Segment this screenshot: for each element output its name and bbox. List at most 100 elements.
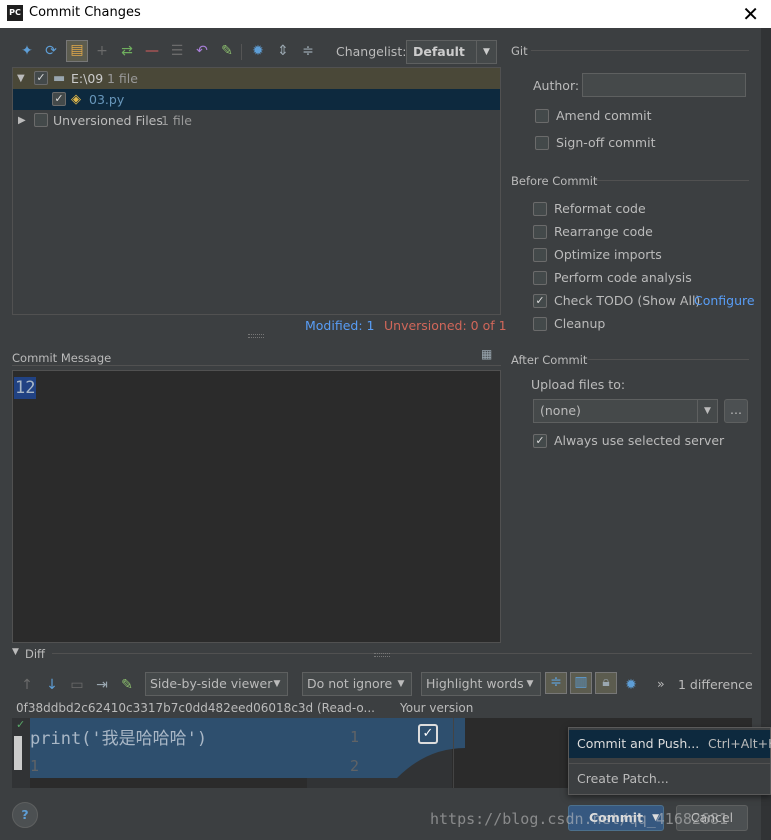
close-icon[interactable]: ✕ [742,2,759,26]
right-version-title: Your version [400,701,474,715]
expand-all-icon[interactable]: ⇕ [274,42,292,60]
edit-icon[interactable]: ✎ [218,42,236,60]
todo-label[interactable]: Check TODO (Show All) [554,293,700,308]
tree-row-file[interactable]: ✓ ◈ 03.py [13,89,500,110]
root-checkbox[interactable]: ✓ [34,71,48,85]
commit-message-label: Commit Message [12,351,112,365]
file-label: 03.py [89,92,125,107]
root-count: 1 file [107,71,138,86]
commit-message-input[interactable]: 12 [12,370,501,643]
unversioned-status[interactable]: Unversioned: 0 of 1 [384,318,507,333]
group-by-directory-icon[interactable]: ▤ [66,40,88,62]
file-checkbox[interactable]: ✓ [52,92,66,106]
sync-scroll-icon[interactable]: ≑ [545,672,567,694]
chevron-down-icon: ▼ [526,679,534,689]
cleanup-label[interactable]: Cleanup [554,316,605,331]
cleanup-checkbox[interactable] [533,317,547,331]
rollback-icon[interactable]: ↶ [193,42,211,60]
author-input[interactable] [582,73,746,97]
right-edge-strip [761,28,771,840]
checkmark-icon: ✓ [16,718,26,731]
upload-label: Upload files to: [531,377,626,392]
pin-icon[interactable]: ✦ [18,42,36,60]
diff-icon[interactable]: ☰ [168,42,186,60]
menu-item-commit-push[interactable]: Commit and Push... Ctrl+Alt+K [569,730,771,758]
signoff-label[interactable]: Sign-off commit [556,135,656,150]
amend-label[interactable]: Amend commit [556,108,652,123]
remove-icon[interactable]: — [143,42,161,60]
edit-source-icon[interactable]: ✎ [118,676,136,694]
expand-arrow-icon[interactable]: ▼ [17,68,25,89]
help-button[interactable]: ? [12,802,38,828]
changelist-value: Default [413,44,465,59]
compare-icon[interactable]: ▭ [68,676,86,694]
watermark: https://blog.csdn.net/qq_41682681 [430,810,729,828]
right-editor-border [453,718,454,788]
jump-to-source-icon[interactable]: ⇥ [93,676,111,694]
amend-checkbox[interactable] [535,109,549,123]
diff-collapse-icon[interactable]: ▼ [12,647,19,657]
highlight-select[interactable]: Highlight words ▼ [421,672,541,696]
left-code-line: print('我是哈哈哈') [30,729,208,749]
analysis-checkbox[interactable] [533,271,547,285]
more-icon[interactable]: » [657,676,665,691]
left-version-title: 0f38ddbd2c62410c3317b7c0dd482eed06018c3d… [16,701,375,715]
changelist-label: Changelist: [336,44,407,59]
menu-item-create-patch[interactable]: Create Patch... [569,766,770,794]
menu-item-label: Create Patch... [577,771,669,786]
lock-icon[interactable]: 🔒︎ [595,672,617,694]
move-changelist-icon[interactable]: ⇄ [118,42,136,60]
unversioned-checkbox[interactable] [34,113,48,127]
reformat-checkbox[interactable] [533,202,547,216]
configure-link[interactable]: Configure [694,293,755,308]
commit-popup-menu: Commit and Push... Ctrl+Alt+K Create Pat… [568,727,771,795]
split-view-icon[interactable]: ▥ [570,672,592,694]
settings-icon[interactable]: ✹ [249,42,267,60]
optimize-label[interactable]: Optimize imports [554,247,662,262]
unversioned-label: Unversioned Files [53,113,163,128]
viewer-select[interactable]: Side-by-side viewer ▼ [145,672,288,696]
reformat-label[interactable]: Reformat code [554,201,646,216]
todo-checkbox[interactable]: ✓ [533,294,547,308]
prev-diff-icon[interactable]: ↑ [18,676,36,694]
tree-row-root[interactable]: ▼ ✓ ▬ E:\09 1 file [13,68,500,89]
upload-select[interactable]: (none) ▼ [533,399,718,423]
changes-tree[interactable]: ▼ ✓ ▬ E:\09 1 file ✓ ◈ 03.py ▶ Unversion… [12,67,501,315]
signoff-checkbox[interactable] [535,136,549,150]
after-commit-divider [588,359,749,360]
unversioned-count: 1 file [161,113,192,128]
window-title: Commit Changes [29,5,141,20]
always-use-checkbox[interactable]: ✓ [533,434,547,448]
tree-row-unversioned[interactable]: ▶ Unversioned Files 1 file [13,110,500,131]
browse-button[interactable]: ... [724,399,748,423]
always-use-label[interactable]: Always use selected server [554,433,724,448]
right-line-number-2: 2 [350,757,360,775]
chevron-down-icon: ▼ [397,679,405,689]
changelist-select[interactable]: Default ▼ [406,40,497,64]
rearrange-checkbox[interactable] [533,225,547,239]
refresh-icon[interactable]: ⟳ [42,42,60,60]
diff-settings-icon[interactable]: ✹ [622,676,640,694]
rearrange-label[interactable]: Rearrange code [554,224,653,239]
toolbar-separator [241,44,242,60]
message-history-icon[interactable]: ▦ [481,347,496,362]
left-line-number: 1 [30,757,40,775]
add-icon[interactable]: + [93,42,111,60]
collapse-arrow-icon[interactable]: ▶ [18,110,26,131]
analysis-label[interactable]: Perform code analysis [554,270,692,285]
before-commit-title: Before Commit [511,174,598,188]
optimize-checkbox[interactable] [533,248,547,262]
diff-splitter-handle[interactable] [374,653,390,657]
ignore-select[interactable]: Do not ignore ▼ [302,672,412,696]
commit-message-text: 12 [14,377,37,399]
author-label: Author: [533,78,580,93]
apply-change-icon[interactable]: ✓ [418,724,438,744]
modified-status[interactable]: Modified: 1 [305,318,374,333]
splitter-handle[interactable] [248,334,264,338]
git-divider [531,50,749,51]
collapse-all-icon[interactable]: ≑ [299,42,317,60]
next-diff-icon[interactable]: ↓ [43,676,61,694]
caret-marker [14,736,22,770]
viewer-value: Side-by-side viewer [150,676,273,691]
chevron-down-icon: ▼ [476,41,496,63]
